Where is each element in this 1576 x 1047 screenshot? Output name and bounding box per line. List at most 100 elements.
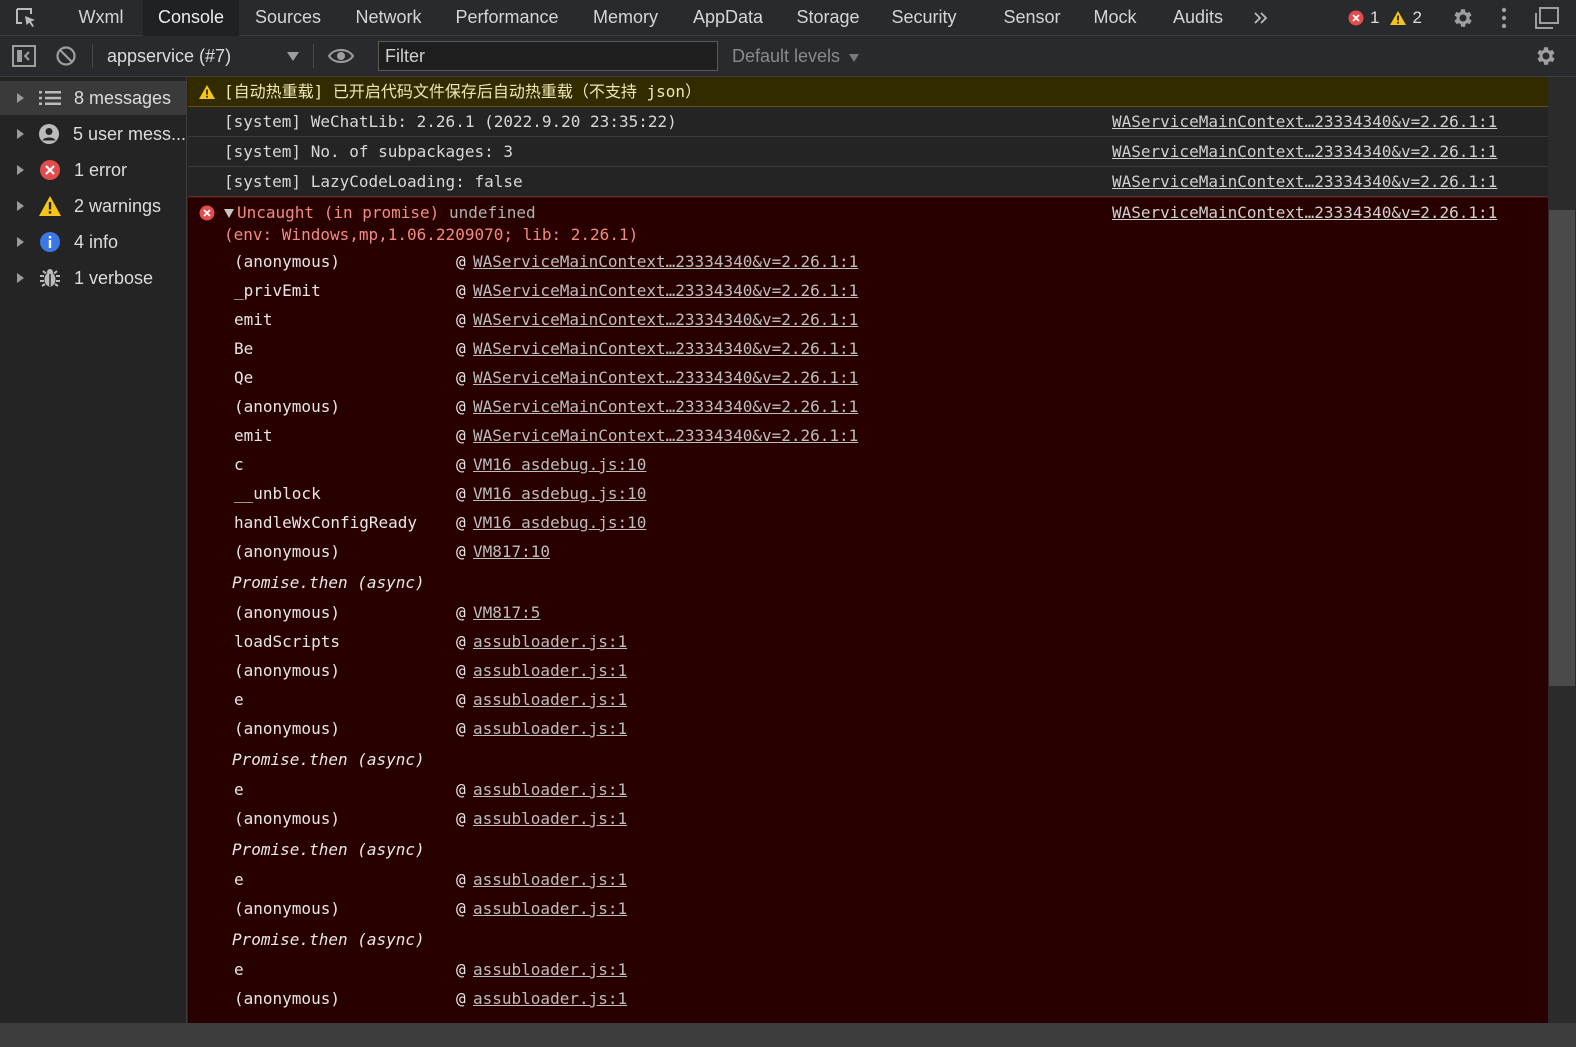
chevron-double-right-icon[interactable] bbox=[1246, 0, 1276, 36]
at-symbol: @ bbox=[456, 455, 466, 474]
stack-frame-location-link[interactable]: WAServiceMainContext…23334340&v=2.26.1:1 bbox=[473, 424, 858, 448]
tab-appdata[interactable]: AppData bbox=[680, 0, 776, 36]
stack-frame-location-link[interactable]: assubloader.js:1 bbox=[473, 778, 627, 802]
stack-frame-location-link[interactable]: assubloader.js:1 bbox=[473, 807, 627, 831]
bug-icon bbox=[38, 266, 62, 290]
source-link[interactable]: WAServiceMainContext…23334340&v=2.26.1:1 bbox=[1112, 198, 1497, 228]
stack-frame-location-link[interactable]: VM16 asdebug.js:10 bbox=[473, 453, 646, 477]
warning-icon bbox=[1390, 11, 1407, 25]
stack-frame-function: Be bbox=[234, 339, 254, 358]
settings-gear-icon[interactable] bbox=[1448, 0, 1478, 36]
live-expression-eye-icon[interactable] bbox=[326, 44, 356, 68]
kebab-menu-icon bbox=[1501, 7, 1507, 29]
more-vertical-icon[interactable] bbox=[1492, 0, 1516, 36]
stack-frame-location-link[interactable]: WAServiceMainContext…23334340&v=2.26.1:1 bbox=[473, 337, 858, 361]
stack-frame-function: (anonymous) bbox=[234, 719, 340, 738]
async-boundary: Promise.then (async) bbox=[232, 573, 425, 592]
stack-frame-location-link[interactable]: assubloader.js:1 bbox=[473, 717, 627, 741]
stack-frame-function: (anonymous) bbox=[234, 542, 340, 561]
filter-input[interactable] bbox=[378, 41, 718, 71]
stack-frame-function: e bbox=[234, 870, 244, 889]
warning-message[interactable]: [自动热重载] 已开启代码文件保存后自动热重载（不支持 json） bbox=[188, 77, 1548, 107]
sidebar-item-warnings[interactable]: 2 warnings bbox=[0, 189, 186, 223]
at-symbol: @ bbox=[456, 339, 466, 358]
tab-mock[interactable]: Mock bbox=[1079, 0, 1151, 36]
stack-frame-location-link[interactable]: assubloader.js:1 bbox=[473, 868, 627, 892]
warning-icon bbox=[38, 194, 62, 218]
sidebar-item-label: 5 user mess... bbox=[72, 123, 186, 144]
sidebar-item-messages[interactable]: 8 messages bbox=[0, 81, 186, 115]
gear-icon bbox=[1537, 47, 1555, 65]
undock-icon[interactable] bbox=[1530, 0, 1564, 36]
stack-frame-function: loadScripts bbox=[234, 632, 340, 651]
stack-frame-function: (anonymous) bbox=[234, 661, 340, 680]
stack-frame-function: handleWxConfigReady bbox=[234, 513, 418, 532]
sidebar-item-label: 4 info bbox=[74, 231, 119, 252]
context-dropdown-icon[interactable] bbox=[285, 50, 301, 62]
warning-count: 2 bbox=[1412, 8, 1422, 27]
triangle-down-icon bbox=[849, 54, 860, 62]
stack-frame-location-link[interactable]: assubloader.js:1 bbox=[473, 688, 627, 712]
error-header[interactable]: Uncaught (in promise) undefined bbox=[224, 202, 536, 224]
sidebar-item-info[interactable]: 4 info bbox=[0, 225, 186, 259]
stack-frame-function: __unblock bbox=[234, 484, 321, 503]
expand-arrow-icon bbox=[17, 273, 24, 283]
toggle-sidebar-icon[interactable] bbox=[10, 44, 38, 68]
expand-arrow-icon bbox=[17, 201, 24, 211]
at-symbol: @ bbox=[456, 661, 466, 680]
message-text: [system] No. of subpackages: 3 bbox=[224, 142, 513, 161]
stack-frame-location-link[interactable]: assubloader.js:1 bbox=[473, 897, 627, 921]
at-symbol: @ bbox=[456, 484, 466, 503]
tab-memory[interactable]: Memory bbox=[578, 0, 673, 36]
source-link[interactable]: WAServiceMainContext…23334340&v=2.26.1:1 bbox=[1112, 107, 1497, 137]
stack-frame-location-link[interactable]: WAServiceMainContext…23334340&v=2.26.1:1 bbox=[473, 250, 858, 274]
stack-frame-location-link[interactable]: VM817:5 bbox=[473, 601, 540, 625]
async-boundary: Promise.then (async) bbox=[232, 840, 425, 859]
context-selector[interactable]: appservice (#7) bbox=[107, 36, 231, 76]
sidebar-item-label: 2 warnings bbox=[74, 195, 162, 216]
stack-frame-location-link[interactable]: VM16 asdebug.js:10 bbox=[473, 511, 646, 535]
source-link[interactable]: WAServiceMainContext…23334340&v=2.26.1:1 bbox=[1112, 167, 1497, 197]
source-link[interactable]: WAServiceMainContext…23334340&v=2.26.1:1 bbox=[1112, 137, 1497, 167]
tab-storage[interactable]: Storage bbox=[784, 0, 872, 36]
log-levels-dropdown[interactable]: Default levels bbox=[732, 36, 860, 76]
at-symbol: @ bbox=[456, 310, 466, 329]
block-icon bbox=[56, 46, 76, 66]
tab-audits[interactable]: Audits bbox=[1158, 0, 1238, 36]
stack-frame-location-link[interactable]: WAServiceMainContext…23334340&v=2.26.1:1 bbox=[473, 308, 858, 332]
error-counter[interactable]: 1 2 bbox=[1348, 0, 1422, 36]
sidebar-item-user-messages[interactable]: 5 user mess... bbox=[0, 117, 186, 151]
sidebar-item-verbose[interactable]: 1 verbose bbox=[0, 261, 186, 295]
sidebar-item-errors[interactable]: 1 error bbox=[0, 153, 186, 187]
system-message: [system] WeChatLib: 2.26.1 (2022.9.20 23… bbox=[188, 107, 1548, 137]
chevron-double-right-icon-svg bbox=[1254, 12, 1268, 24]
system-message: [system] No. of subpackages: 3 WAService… bbox=[188, 137, 1548, 167]
stack-frame-location-link[interactable]: WAServiceMainContext…23334340&v=2.26.1:1 bbox=[473, 366, 858, 390]
stack-frame-location-link[interactable]: VM817:10 bbox=[473, 540, 550, 564]
tab-performance[interactable]: Performance bbox=[443, 0, 571, 36]
stack-frame-location-link[interactable]: WAServiceMainContext…23334340&v=2.26.1:1 bbox=[473, 395, 858, 419]
tab-wxml[interactable]: Wxml bbox=[63, 0, 139, 36]
list-icon bbox=[38, 86, 62, 110]
tab-sources[interactable]: Sources bbox=[243, 0, 333, 36]
at-symbol: @ bbox=[456, 252, 466, 271]
at-symbol: @ bbox=[456, 960, 466, 979]
gear-icon bbox=[1454, 9, 1472, 27]
clear-console-icon[interactable] bbox=[53, 44, 79, 68]
tab-security[interactable]: Security bbox=[879, 0, 969, 36]
tab-console[interactable]: Console bbox=[143, 0, 239, 36]
inspect-element-icon[interactable] bbox=[6, 0, 46, 36]
stack-frame-location-link[interactable]: VM16 asdebug.js:10 bbox=[473, 482, 646, 506]
stack-frame-location-link[interactable]: WAServiceMainContext…23334340&v=2.26.1:1 bbox=[473, 279, 858, 303]
stack-frame-location-link[interactable]: assubloader.js:1 bbox=[473, 958, 627, 982]
console-settings-icon[interactable] bbox=[1532, 43, 1560, 69]
stack-frame-location-link[interactable]: assubloader.js:1 bbox=[473, 659, 627, 683]
sidebar-panel-icon bbox=[12, 45, 36, 67]
error-message: Uncaught (in promise) undefined (env: Wi… bbox=[188, 197, 1548, 1023]
stack-frame-location-link[interactable]: assubloader.js:1 bbox=[473, 987, 627, 1011]
scrollbar-thumb[interactable] bbox=[1549, 210, 1575, 686]
tab-network[interactable]: Network bbox=[340, 0, 437, 36]
console-messages: [自动热重载] 已开启代码文件保存后自动热重载（不支持 json） [syste… bbox=[188, 77, 1548, 1023]
tab-sensor[interactable]: Sensor bbox=[992, 0, 1072, 36]
stack-frame-location-link[interactable]: assubloader.js:1 bbox=[473, 630, 627, 654]
